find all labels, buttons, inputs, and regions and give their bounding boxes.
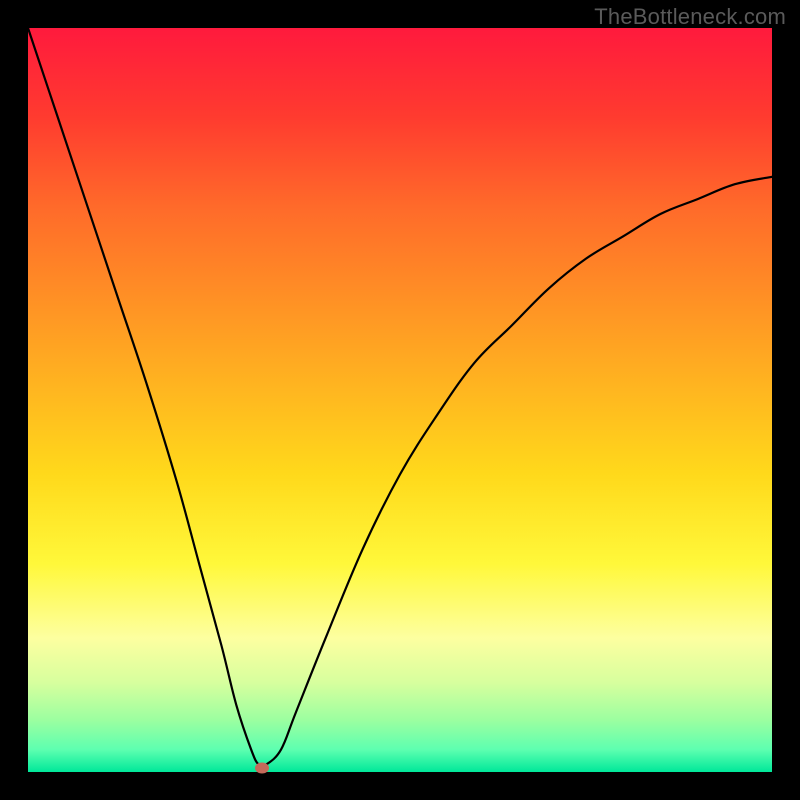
chart-frame: TheBottleneck.com: [0, 0, 800, 800]
optimal-point-marker: [255, 763, 269, 774]
watermark-text: TheBottleneck.com: [594, 4, 786, 30]
bottleneck-curve: [28, 28, 772, 772]
plot-area: [28, 28, 772, 772]
